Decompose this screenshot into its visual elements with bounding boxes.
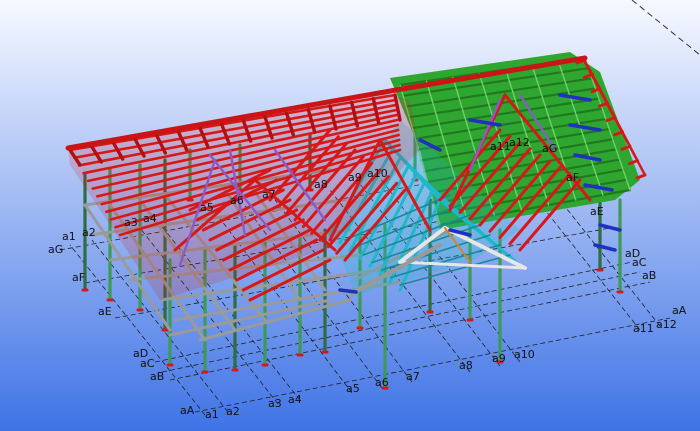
grid-label-a1-bottom: a1 (205, 408, 219, 421)
grid-label-a6-bottom: a6 (375, 376, 389, 389)
grid-label-aD-right: aD (625, 247, 640, 260)
frame-label-a11: a11 (490, 140, 511, 153)
frame-label-a12: a12 (509, 136, 530, 149)
grid-label-aA-bottom: aA (180, 404, 195, 417)
structural-3d-viewport[interactable]: a1 a2 aG aF aE aD aC aB aA a1 a2 a3 a4 a… (0, 0, 700, 431)
grid-label-aC-left: aC (140, 357, 155, 370)
grid-label-aF-left: aF (72, 271, 85, 284)
grid-label-a12-right: a12 (656, 318, 677, 331)
blue-brace (338, 288, 358, 294)
frame-label-a4: a4 (143, 212, 157, 225)
grid-label-a2-bottom: a2 (226, 405, 240, 418)
grid-label-a4-bottom: a4 (288, 393, 302, 406)
frame-label-a5: a5 (200, 201, 214, 214)
grid-label-a7-bottom: a7 (406, 370, 420, 383)
frame-label-a10: a10 (367, 167, 388, 180)
grid-label-aB-right: aB (642, 269, 656, 282)
frame-label-a6: a6 (230, 194, 244, 207)
frame-label-a8: a8 (314, 178, 328, 191)
frame-label-a9: a9 (348, 171, 362, 184)
grid-label-aG-left: aG (48, 243, 63, 256)
grid-label-a8-bottom: a8 (459, 359, 473, 372)
grid-label-a10-bottom: a10 (514, 348, 535, 361)
grid-label-aF-right: aF (566, 171, 579, 184)
grid-label-a9-bottom: a9 (492, 352, 506, 365)
grid-label-aG-right: aG (542, 142, 557, 155)
grid-label-a3-bottom: a3 (268, 397, 282, 410)
grid-label-a1-left: a1 (62, 230, 76, 243)
frame-label-a7: a7 (262, 188, 276, 201)
grid-label-a5-bottom: a5 (346, 382, 360, 395)
grid-label-aE-left: aE (98, 305, 112, 318)
grid-label-aE-right: aE (590, 205, 604, 218)
grid-label-a11-right: a11 (633, 322, 654, 335)
frame-label-a3: a3 (124, 216, 138, 229)
grid-label-a2-left: a2 (82, 226, 96, 239)
grid-label-aB-left: aB (150, 370, 164, 383)
grid-label-aA-right: aA (672, 304, 687, 317)
